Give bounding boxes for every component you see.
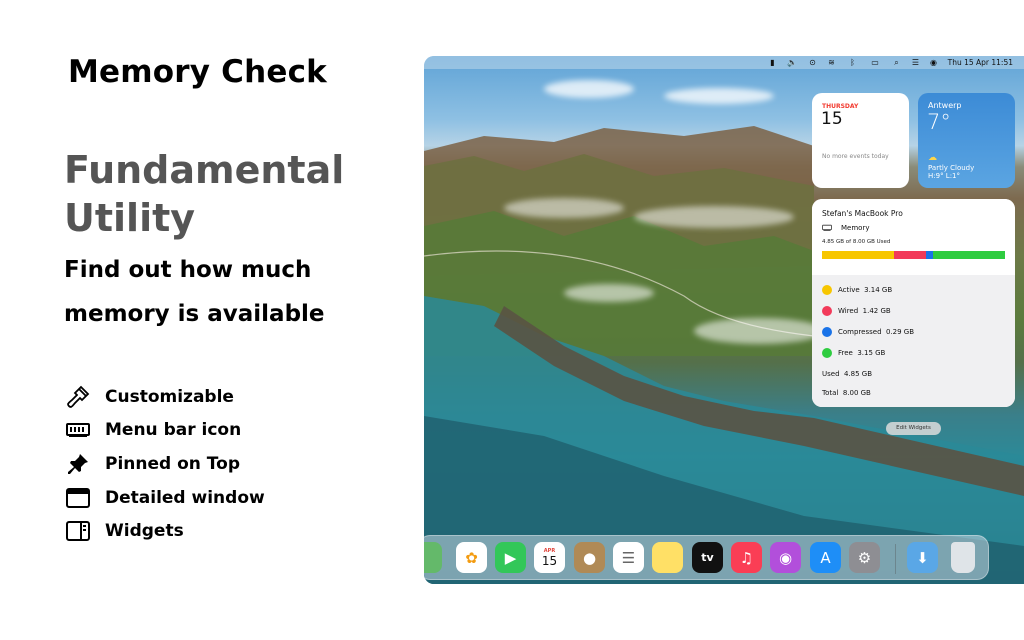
battery-icon[interactable]: ▭ bbox=[868, 58, 882, 67]
reminders-icon[interactable]: ☰ bbox=[613, 542, 644, 573]
feature-detailed-window: Detailed window bbox=[66, 481, 265, 515]
cloud bbox=[564, 284, 654, 302]
compressed-dot bbox=[822, 327, 832, 337]
legend-value: 1.42 GB bbox=[863, 307, 891, 315]
cloud bbox=[694, 318, 824, 344]
legend-value: 0.29 GB bbox=[886, 328, 914, 336]
menu-bar: ▮ 🔈 ⊙ ≋ ᛒ ▭ ⌕ ☰ ◉ Thu 15 Apr 11:51 bbox=[424, 56, 1024, 69]
memory-used-line: 4.85 GB of 8.00 GB Used bbox=[822, 239, 890, 245]
feature-label: Menu bar icon bbox=[105, 420, 241, 440]
sidebar-icon bbox=[66, 519, 90, 543]
subhead: Find out how much memory is available bbox=[64, 248, 394, 336]
legend-name: Free bbox=[838, 349, 853, 357]
facetime-icon[interactable]: ▶ bbox=[495, 542, 526, 573]
bar-segment-free bbox=[933, 251, 1005, 259]
cloud bbox=[634, 206, 794, 228]
feature-list: Customizable Menu bar icon Pinned on Top… bbox=[66, 380, 265, 548]
notes-icon[interactable] bbox=[652, 542, 683, 573]
tv-icon[interactable]: tv bbox=[692, 542, 723, 573]
paintbrush-icon bbox=[66, 385, 90, 409]
memory-chip-icon[interactable]: ▮ bbox=[768, 58, 777, 67]
search-icon[interactable]: ⌕ bbox=[892, 58, 901, 67]
volume-icon[interactable]: 🔈 bbox=[787, 58, 796, 67]
dock-divider bbox=[895, 544, 896, 574]
stat-value: 4.85 GB bbox=[844, 370, 872, 378]
free-dot bbox=[822, 348, 832, 358]
calendar-widget[interactable]: THURSDAY 15 No more events today bbox=[812, 93, 909, 188]
cloud bbox=[504, 198, 624, 218]
play-icon[interactable]: ⊙ bbox=[808, 58, 817, 67]
feature-customizable: Customizable bbox=[66, 380, 265, 414]
bar-segment-active bbox=[822, 251, 894, 259]
headline: Fundamental Utility bbox=[64, 146, 394, 242]
trash-icon[interactable] bbox=[951, 542, 975, 573]
bluetooth-icon[interactable]: ᛒ bbox=[848, 58, 857, 67]
siri-icon[interactable]: ◉ bbox=[929, 58, 938, 67]
weather-widget[interactable]: Antwerp 7° ☁ Partly Cloudy H:9° L:1° bbox=[918, 93, 1015, 188]
contacts-icon[interactable]: ● bbox=[574, 542, 605, 573]
legend-compressed: Compressed 0.29 GB bbox=[822, 327, 914, 337]
menu-bar-clock[interactable]: Thu 15 Apr 11:51 bbox=[948, 56, 1013, 69]
stat-total: Total 8.00 GB bbox=[822, 389, 871, 397]
calendar-icon[interactable]: APR15 bbox=[534, 542, 565, 573]
cloud bbox=[664, 88, 774, 104]
memory-summary: Stefan's MacBook Pro Memory 4.85 GB of 8… bbox=[812, 199, 1015, 275]
podcasts-icon[interactable]: ◉ bbox=[770, 542, 801, 573]
pin-icon bbox=[66, 452, 90, 476]
weather-high-low: H:9° L:1° bbox=[928, 172, 960, 180]
edit-widgets-button[interactable]: Edit Widgets bbox=[886, 422, 941, 435]
legend-name: Wired bbox=[838, 307, 858, 315]
legend-wired: Wired 1.42 GB bbox=[822, 306, 891, 316]
memory-label: Memory bbox=[841, 224, 869, 232]
control-center-icon[interactable]: ☰ bbox=[911, 58, 920, 67]
weather-city: Antwerp bbox=[928, 101, 962, 110]
stat-used: Used 4.85 GB bbox=[822, 370, 872, 378]
desktop-screenshot: ▮ 🔈 ⊙ ≋ ᛒ ▭ ⌕ ☰ ◉ Thu 15 Apr 11:51 THURS… bbox=[424, 56, 1024, 584]
memory-breakdown: Active 3.14 GB Wired 1.42 GB Compressed … bbox=[812, 275, 1015, 407]
legend-active: Active 3.14 GB bbox=[822, 285, 892, 295]
feature-label: Customizable bbox=[105, 387, 234, 407]
app-store-icon[interactable]: A bbox=[810, 542, 841, 573]
wired-dot bbox=[822, 306, 832, 316]
memory-chip-icon bbox=[822, 224, 832, 232]
stat-value: 8.00 GB bbox=[843, 389, 871, 397]
calendar-events: No more events today bbox=[822, 153, 889, 160]
music-icon[interactable]: ♫ bbox=[731, 542, 762, 573]
memory-usage-bar bbox=[822, 251, 1005, 259]
stat-label: Used bbox=[822, 370, 840, 378]
dock: ✿ ▶ APR15 ● ☰ tv ♫ ◉ A ⚙ ⬇ bbox=[424, 535, 989, 580]
window-icon bbox=[66, 486, 90, 510]
legend-name: Active bbox=[838, 286, 860, 294]
stat-label: Total bbox=[822, 389, 838, 397]
feature-pinned-on-top: Pinned on Top bbox=[66, 447, 265, 481]
feature-widgets: Widgets bbox=[66, 514, 265, 548]
weather-condition: Partly Cloudy bbox=[928, 164, 974, 172]
feature-label: Widgets bbox=[105, 521, 184, 541]
bar-segment-wired bbox=[894, 251, 926, 259]
feature-label: Pinned on Top bbox=[105, 454, 240, 474]
downloads-folder-icon[interactable]: ⬇ bbox=[907, 542, 938, 573]
partly-cloudy-icon: ☁ bbox=[928, 153, 937, 163]
photos-icon[interactable]: ✿ bbox=[456, 542, 487, 573]
memory-widget[interactable]: Stefan's MacBook Pro Memory 4.85 GB of 8… bbox=[812, 199, 1015, 407]
app-title: Memory Check bbox=[68, 54, 327, 90]
legend-value: 3.14 GB bbox=[864, 286, 892, 294]
memory-chip-icon bbox=[66, 418, 90, 442]
maps-icon[interactable] bbox=[424, 542, 442, 573]
feature-menu-bar-icon: Menu bar icon bbox=[66, 414, 265, 448]
wifi-icon[interactable]: ≋ bbox=[827, 58, 836, 67]
legend-name: Compressed bbox=[838, 328, 882, 336]
feature-label: Detailed window bbox=[105, 488, 265, 508]
legend-value: 3.15 GB bbox=[857, 349, 885, 357]
bar-segment-compressed bbox=[926, 251, 933, 259]
active-dot bbox=[822, 285, 832, 295]
legend-free: Free 3.15 GB bbox=[822, 348, 885, 358]
cloud bbox=[544, 80, 634, 98]
weather-temp: 7° bbox=[927, 110, 951, 134]
device-name: Stefan's MacBook Pro bbox=[822, 209, 903, 218]
system-preferences-icon[interactable]: ⚙ bbox=[849, 542, 880, 573]
calendar-date: 15 bbox=[821, 109, 843, 129]
